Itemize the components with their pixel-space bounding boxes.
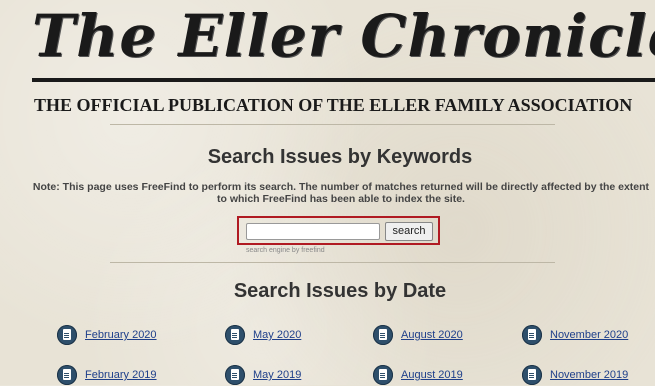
issue-link[interactable]: February 2019 <box>85 369 157 381</box>
issue-item[interactable]: May 2019 <box>225 364 301 386</box>
issue-item[interactable]: February 2019 <box>57 364 157 386</box>
document-icon <box>225 325 245 345</box>
issue-link[interactable]: May 2020 <box>253 329 301 341</box>
issue-item[interactable]: November 2020 <box>522 324 628 346</box>
issue-link[interactable]: May 2019 <box>253 369 301 381</box>
issue-item[interactable]: November 2019 <box>522 364 628 386</box>
document-icon <box>57 325 77 345</box>
issue-item[interactable]: August 2019 <box>373 364 463 386</box>
search-note-line1: Note: This page uses FreeFind to perform… <box>32 181 650 193</box>
freefind-credit-link[interactable]: search engine by freefind <box>246 247 325 254</box>
issue-item[interactable]: May 2020 <box>225 324 301 346</box>
masthead-rule <box>32 78 655 82</box>
document-icon <box>57 365 77 385</box>
divider <box>110 124 555 125</box>
search-button[interactable]: search <box>385 222 433 241</box>
issue-link[interactable]: November 2019 <box>550 369 628 381</box>
site-title: The Eller Chronicles <box>32 2 655 70</box>
document-icon <box>522 325 542 345</box>
search-input[interactable] <box>246 223 380 240</box>
issue-link[interactable]: August 2019 <box>401 369 463 381</box>
document-icon <box>522 365 542 385</box>
search-note: Note: This page uses FreeFind to perform… <box>0 181 655 205</box>
keyword-search-heading: Search Issues by Keywords <box>207 146 473 168</box>
document-icon <box>373 365 393 385</box>
document-icon <box>373 325 393 345</box>
issue-item[interactable]: August 2020 <box>373 324 463 346</box>
divider <box>110 262 555 263</box>
issue-link[interactable]: February 2020 <box>85 329 157 341</box>
issue-link[interactable]: August 2020 <box>401 329 463 341</box>
masthead: The Eller Chronicles <box>0 0 655 78</box>
issue-item[interactable]: February 2020 <box>57 324 157 346</box>
search-note-line2: to which FreeFind has been able to index… <box>217 193 465 205</box>
date-search-heading: Search Issues by Date <box>233 280 447 302</box>
document-icon <box>225 365 245 385</box>
issue-link[interactable]: November 2020 <box>550 329 628 341</box>
site-subtitle: THE OFFICIAL PUBLICATION OF THE ELLER FA… <box>34 95 633 115</box>
